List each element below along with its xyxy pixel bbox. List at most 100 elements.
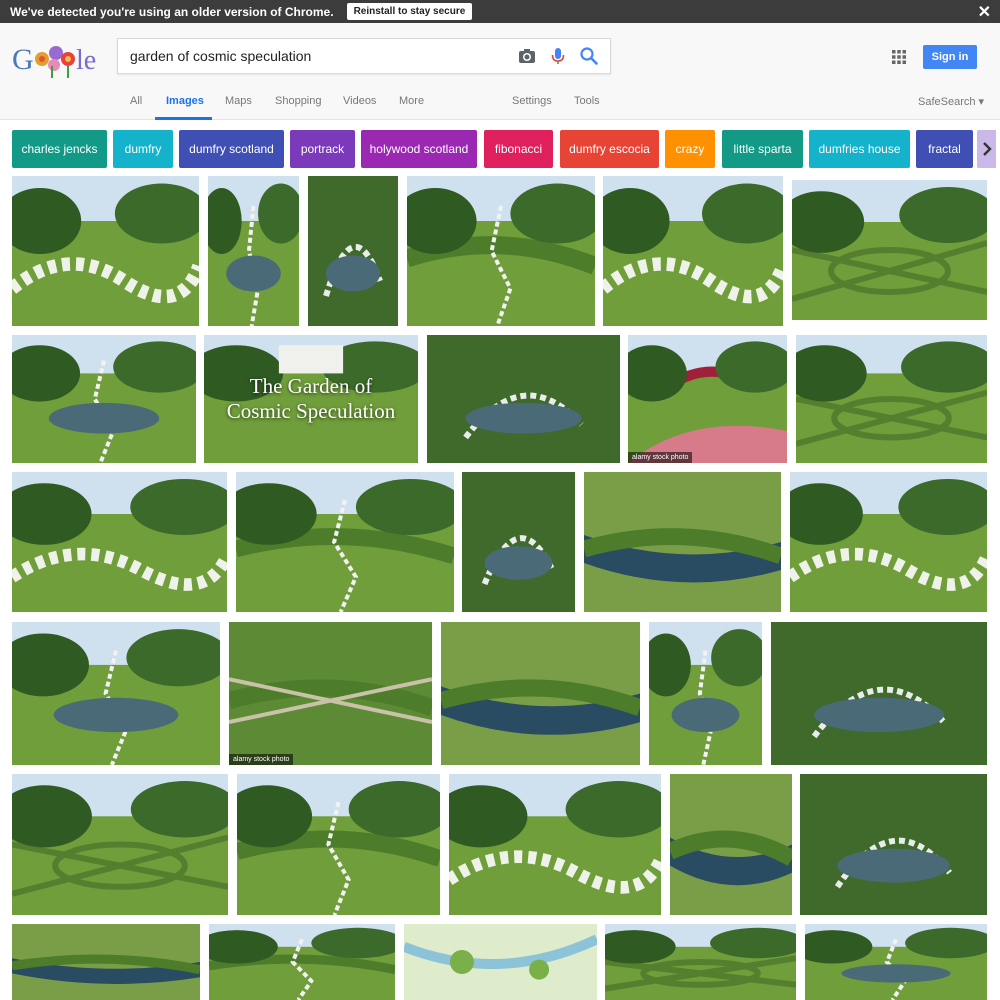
result-thumbnail [584, 472, 781, 612]
image-result[interactable]: alamy stock photo [229, 622, 432, 765]
image-result[interactable] [12, 176, 199, 326]
image-result[interactable] [308, 176, 398, 326]
apps-grid-icon[interactable] [891, 49, 907, 65]
image-result[interactable] [670, 774, 792, 915]
chip-fibonacci[interactable]: fibonacci [484, 130, 553, 168]
result-thumbnail [404, 924, 597, 1000]
tab-tools[interactable]: Tools [574, 95, 600, 107]
reinstall-button[interactable]: Reinstall to stay secure [346, 3, 473, 20]
result-thumbnail [209, 924, 395, 1000]
chip-dumfry-scotland[interactable]: dumfry scotland [179, 130, 284, 168]
chip-portrack[interactable]: portrack [290, 130, 355, 168]
image-result[interactable]: alamy stock photo [628, 335, 787, 463]
result-thumbnail [236, 472, 454, 612]
chip-dumfries-house[interactable]: dumfries house [809, 130, 910, 168]
tab-shopping[interactable]: Shopping [275, 95, 322, 107]
result-thumbnail [12, 924, 200, 1000]
result-thumbnail [441, 622, 640, 765]
result-thumbnail [603, 176, 783, 326]
chip-little-sparta[interactable]: little sparta [722, 130, 803, 168]
alamy-watermark: alamy stock photo [229, 754, 294, 765]
close-icon[interactable]: ✕ [978, 2, 991, 22]
result-thumbnail [628, 335, 787, 463]
chevron-right-icon [982, 142, 992, 156]
image-result[interactable] [805, 924, 987, 1000]
result-title-overlay: The Garden of Cosmic Speculation [204, 335, 418, 463]
tab-all[interactable]: All [130, 95, 142, 107]
result-thumbnail [670, 774, 792, 915]
sign-in-button[interactable]: Sign in [923, 45, 977, 69]
result-thumbnail [462, 472, 575, 612]
chips-scroll-next[interactable] [977, 130, 996, 168]
mic-icon[interactable] [548, 46, 568, 66]
result-thumbnail [237, 774, 440, 915]
chip-dumfry-escocia[interactable]: dumfry escocia [560, 130, 659, 168]
camera-icon[interactable] [517, 46, 537, 66]
result-thumbnail [208, 176, 299, 326]
image-result[interactable] [462, 472, 575, 612]
image-result[interactable] [603, 176, 783, 326]
image-result[interactable] [12, 774, 228, 915]
result-thumbnail [605, 924, 796, 1000]
result-thumbnail [790, 472, 987, 612]
result-thumbnail [12, 622, 220, 765]
image-result[interactable]: The Garden of Cosmic Speculation [204, 335, 418, 463]
image-result[interactable] [12, 472, 227, 612]
result-thumbnail [427, 335, 620, 463]
overlay-line-1: The Garden of [249, 373, 373, 398]
chrome-update-banner: We've detected you're using an older ver… [0, 0, 1000, 23]
image-result[interactable] [427, 335, 620, 463]
chip-fractal[interactable]: fractal [916, 130, 973, 168]
result-thumbnail [308, 176, 398, 326]
active-tab-indicator [155, 117, 212, 120]
image-result[interactable] [441, 622, 640, 765]
image-result[interactable] [209, 924, 395, 1000]
google-doodle-logo[interactable]: G le [10, 39, 105, 79]
image-result[interactable] [12, 924, 200, 1000]
image-result[interactable] [12, 335, 196, 463]
search-input[interactable] [130, 39, 510, 73]
image-result[interactable] [790, 472, 987, 612]
svg-text:G: G [12, 43, 34, 76]
search-tabs: All Images Maps Shopping Videos More Set… [0, 90, 1000, 120]
image-result[interactable] [208, 176, 299, 326]
svg-text:le: le [76, 45, 96, 76]
result-thumbnail [649, 622, 762, 765]
result-thumbnail [229, 622, 432, 765]
chip-holywood-scotland[interactable]: holywood scotland [361, 130, 477, 168]
tab-maps[interactable]: Maps [225, 95, 252, 107]
image-result[interactable] [796, 335, 987, 463]
result-thumbnail [792, 180, 987, 320]
image-result[interactable] [792, 180, 987, 320]
related-searches-chips: charles jencks dumfry dumfry scotland po… [12, 130, 1000, 168]
result-thumbnail [12, 472, 227, 612]
chip-crazy[interactable]: crazy [665, 130, 715, 168]
tab-videos[interactable]: Videos [343, 95, 376, 107]
tab-more[interactable]: More [399, 95, 424, 107]
image-result[interactable] [236, 472, 454, 612]
result-thumbnail [449, 774, 661, 915]
image-result[interactable] [407, 176, 595, 326]
image-result[interactable] [449, 774, 661, 915]
result-thumbnail [12, 335, 196, 463]
search-icon[interactable] [579, 46, 599, 66]
search-header: G le Sign in All I [0, 23, 1000, 120]
chip-dumfry[interactable]: dumfry [113, 130, 173, 168]
overlay-line-2: Cosmic Speculation [226, 399, 396, 423]
tab-settings[interactable]: Settings [512, 95, 552, 107]
result-thumbnail [12, 176, 199, 326]
image-result[interactable] [771, 622, 987, 765]
image-result[interactable] [649, 622, 762, 765]
image-result[interactable] [800, 774, 987, 915]
result-thumbnail [407, 176, 595, 326]
result-thumbnail [805, 924, 987, 1000]
safesearch-toggle[interactable]: SafeSearch ▾ [918, 95, 984, 108]
image-result[interactable] [404, 924, 597, 1000]
tab-images[interactable]: Images [166, 95, 204, 107]
image-result[interactable] [12, 622, 220, 765]
search-box [117, 38, 611, 74]
image-result[interactable] [237, 774, 440, 915]
chip-charles-jencks[interactable]: charles jencks [12, 130, 107, 168]
image-result[interactable] [605, 924, 796, 1000]
image-result[interactable] [584, 472, 781, 612]
